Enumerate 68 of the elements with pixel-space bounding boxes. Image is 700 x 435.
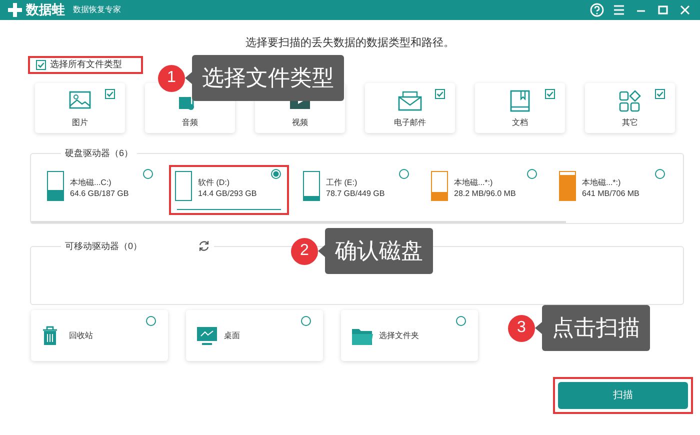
radio-button[interactable] [456,316,466,326]
envelope-icon [397,89,423,113]
checkbox-icon[interactable] [655,89,665,99]
file-type-label: 文档 [512,117,528,129]
location-label: 桌面 [224,330,240,342]
maximize-icon[interactable] [656,3,670,17]
file-type-card[interactable]: 图片 [35,83,125,133]
drive-item[interactable]: 软件 (D:) 14.4 GB/293 GB [169,165,289,215]
callout-tooltip: 确认磁盘 [325,228,433,274]
close-icon[interactable] [678,3,692,17]
select-all-checkbox[interactable]: 选择所有文件类型 [28,56,143,74]
drive-size: 78.7 GB/449 GB [326,188,385,199]
checkbox-icon[interactable] [105,89,115,99]
step-number: 3 [508,314,535,342]
drive-name: 本地磁...*:) [582,177,622,188]
group-title: 硬盘驱动器（6） [64,147,134,159]
location-label: 回收站 [69,330,93,342]
callout-tooltip: 点击扫描 [542,305,650,351]
location-card[interactable]: 回收站 [31,310,168,361]
drive-name: 本地磁...C:) [70,177,112,188]
drive-item[interactable]: 本地磁...*:) 28.2 MB/96.0 MB [425,165,545,215]
radio-button[interactable] [655,169,665,179]
file-type-card[interactable]: 其它 [585,83,675,133]
callout-pointer [535,322,542,334]
drive-item[interactable]: 本地磁...C:) 64.6 GB/187 GB [41,165,161,215]
instruction-text: 选择要扫描的丢失数据的数据类型和路径。 [244,36,456,50]
drive-item[interactable]: 本地磁...*:) 641 MB/706 MB [553,165,673,215]
help-icon[interactable] [590,3,604,17]
file-type-card[interactable]: 电子邮件 [365,83,455,133]
drive-size: 64.6 GB/187 GB [70,188,129,199]
location-card[interactable]: 选择文件夹 [341,310,478,361]
radio-button[interactable] [146,316,156,326]
radio-button[interactable] [527,169,537,179]
group-title: 可移动驱动器（0） [65,240,142,252]
drive-item[interactable]: 工作 (E:) 78.7 GB/449 GB [297,165,417,215]
file-type-label: 视频 [292,117,308,129]
checkbox-icon[interactable] [545,89,555,99]
file-type-card[interactable]: 文档 [475,83,565,133]
step-number: 2 [291,238,318,264]
file-type-label: 其它 [622,117,638,129]
drive-name: 软件 (D:) [198,177,231,188]
location-label: 选择文件夹 [379,330,419,342]
file-type-label: 图片 [72,117,88,129]
drive-name: 工作 (E:) [326,177,358,188]
app-subtitle: 数据恢复专家 [73,4,121,16]
callout-pointer [185,72,192,84]
refresh-icon[interactable] [198,240,210,252]
step-number: 1 [158,64,185,92]
callout-pointer [318,245,325,257]
drive-size: 14.4 GB/293 GB [198,188,257,199]
checkbox-icon[interactable] [435,89,445,99]
drive-size: 28.2 MB/96.0 MB [454,188,516,199]
file-type-label: 音频 [182,117,198,129]
scan-button[interactable]: 扫描 [558,382,688,409]
radio-button[interactable] [271,169,281,179]
radio-button[interactable] [143,169,153,179]
app-name: 数据蛙 [26,1,65,20]
file-type-label: 电子邮件 [394,117,426,129]
drive-size: 641 MB/706 MB [582,188,640,199]
logo-icon [8,3,22,17]
monitor-icon [196,324,218,346]
menu-icon[interactable] [612,3,626,17]
location-card[interactable]: 桌面 [186,310,323,361]
radio-button[interactable] [399,169,409,179]
radio-button[interactable] [301,316,311,326]
callout-tooltip: 选择文件类型 [192,55,344,101]
apps-icon [617,89,643,113]
drive-name: 本地磁...*:) [454,177,494,188]
